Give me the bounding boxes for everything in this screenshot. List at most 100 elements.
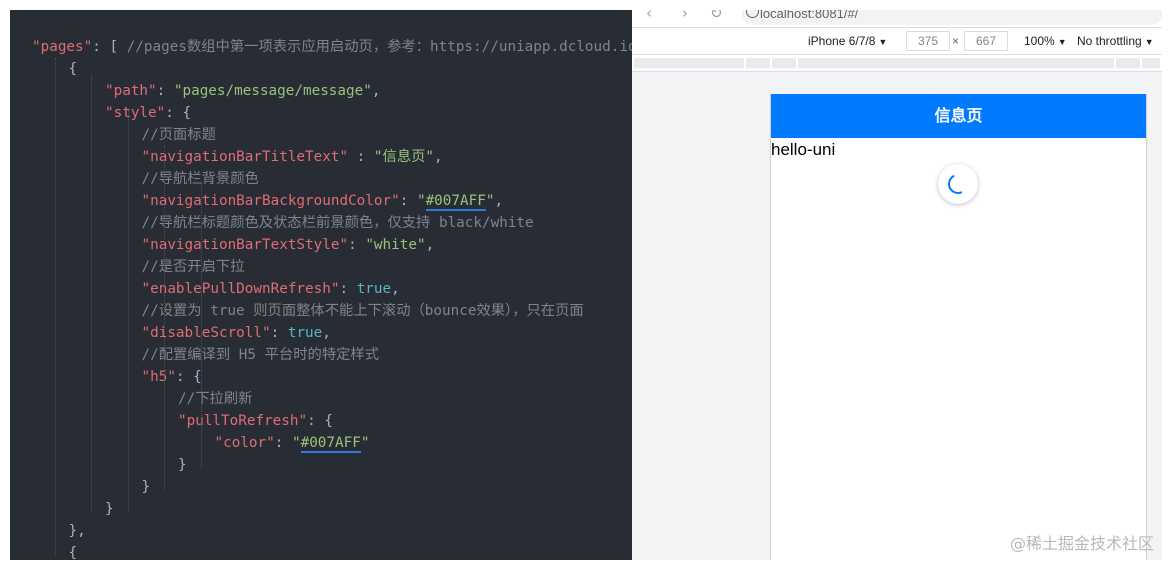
code-token: :: [399, 193, 417, 209]
chevron-down-icon: ▼: [878, 37, 888, 47]
address-bar: ‹ › ↻ localhost:8081/#/: [632, 10, 1162, 28]
code-token: :: [339, 281, 357, 297]
code-token: //配置编译到 H5 平台时的特定样式: [141, 347, 380, 363]
code-token: : {: [165, 105, 192, 121]
code-token: "h5": [141, 369, 176, 385]
code-line: }: [105, 498, 114, 520]
navigation-bar: 信息页: [771, 94, 1146, 138]
code-token: ": [416, 193, 426, 209]
code-token: :: [348, 149, 374, 165]
ruler-segment[interactable]: [1116, 58, 1142, 68]
code-token: "navigationBarTitleText": [141, 149, 349, 165]
code-line: //设置为 true 则页面整体不能上下滚动（bounce效果），只在页面: [142, 300, 584, 322]
code-line: "style": {: [105, 102, 191, 124]
code-token: "path": [105, 83, 157, 99]
page-content-text: hello-uni: [771, 140, 836, 159]
zoom-label: 100%: [1024, 34, 1055, 48]
code-line: "path": "pages/message/message",: [105, 80, 380, 102]
code-token: #007AFF: [425, 193, 486, 211]
reload-icon[interactable]: ↻: [710, 10, 723, 22]
code-line: {: [69, 542, 78, 560]
code-token: //下拉刷新: [178, 391, 253, 407]
indent-guide: [54, 58, 56, 556]
watermark: @稀土掘金技术社区: [1009, 534, 1154, 553]
browser-preview: ‹ › ↻ localhost:8081/#/ iPhone 6/7/8 ▼ 37…: [632, 10, 1162, 560]
code-token: ,: [322, 325, 331, 341]
code-token: {: [68, 61, 78, 77]
code-token: //设置为 true 则页面整体不能上下滚动（bounce效果），只在页面: [141, 303, 584, 319]
dimension-separator: ×: [952, 34, 960, 48]
device-select[interactable]: iPhone 6/7/8 ▼: [808, 34, 887, 48]
indent-guide: [200, 182, 202, 468]
code-token: true: [356, 281, 392, 297]
code-line: "h5": {: [142, 366, 202, 388]
code-token: }: [178, 457, 187, 473]
code-line: //是否开启下拉: [142, 256, 245, 278]
code-token: : {: [307, 413, 333, 429]
chevron-down-icon: ▼: [1144, 37, 1154, 47]
ruler-segment[interactable]: [746, 58, 772, 68]
phone-viewport[interactable]: 信息页 hello-uni: [770, 94, 1147, 560]
indent-guide: [127, 110, 129, 512]
code-line: {: [69, 58, 78, 80]
code-line: }: [178, 454, 187, 476]
code-line: "navigationBarTextStyle": "white",: [142, 234, 435, 256]
code-token: true: [287, 325, 323, 341]
code-token: "white": [365, 237, 426, 253]
screenshot-frame: "pages": [ //pages数组中第一项表示应用启动页，参考：https…: [10, 10, 1162, 560]
width-input[interactable]: 375: [906, 31, 950, 51]
ruler-segment[interactable]: [772, 58, 798, 68]
code-token: "enablePullDownRefresh": [141, 281, 340, 297]
forward-icon[interactable]: ›: [682, 10, 688, 22]
code-token: }: [141, 479, 151, 495]
zoom-select[interactable]: 100% ▼: [1024, 34, 1067, 48]
code-token: "disableScroll": [141, 325, 271, 341]
code-token: "navigationBarTextStyle": [141, 237, 349, 253]
code-token: ,: [391, 281, 400, 297]
code-token: : {: [175, 369, 202, 385]
code-token: ,: [371, 83, 381, 99]
throttle-label: No throttling: [1077, 34, 1142, 48]
throttle-select[interactable]: No throttling ▼: [1077, 34, 1154, 48]
code-token: }: [105, 501, 114, 517]
indent-guide: [91, 76, 92, 512]
ruler-segment[interactable]: [1142, 58, 1162, 68]
code-token: "pages/message/message": [173, 83, 372, 99]
code-line: //配置编译到 H5 平台时的特定样式: [142, 344, 380, 366]
code-token: "信息页": [373, 149, 435, 165]
height-input[interactable]: 667: [964, 31, 1008, 51]
code-token: ,: [425, 237, 435, 253]
device-toolbar: iPhone 6/7/8 ▼ 375 × 667 100% ▼ No throttl…: [632, 28, 1162, 55]
code-token: :: [274, 435, 292, 451]
code-editor[interactable]: "pages": [ //pages数组中第一项表示应用启动页，参考：https…: [10, 10, 632, 560]
code-token: //是否开启下拉: [141, 259, 245, 275]
code-token: #007AFF: [300, 435, 361, 453]
device-label: iPhone 6/7/8: [808, 34, 876, 48]
code-line: "navigationBarBackgroundColor": "#007AFF…: [141, 190, 503, 212]
code-token: :: [156, 83, 174, 99]
code-line: //下拉刷新: [178, 388, 252, 410]
media-query-ruler[interactable]: [632, 55, 1162, 72]
code-line: "color": "#007AFF": [214, 432, 370, 454]
back-icon[interactable]: ‹: [646, 10, 652, 22]
code-line: //页面标题: [142, 124, 216, 146]
code-token: },: [68, 523, 86, 539]
code-token: "navigationBarBackgroundColor": [141, 193, 400, 209]
url-text: localhost:8081/#/: [760, 10, 859, 21]
code-line: "enablePullDownRefresh": true,: [142, 278, 400, 300]
loading-spinner-icon: [945, 171, 971, 197]
code-token: "pullToRefresh": [178, 413, 308, 429]
indent-guide: [164, 146, 165, 490]
code-token: :: [270, 325, 288, 341]
code-line: }: [142, 476, 151, 498]
ruler-segment[interactable]: [798, 58, 1116, 68]
code-token: ,: [434, 149, 443, 165]
code-token: //pages数组中第一项表示应用启动页，参考：https://uniapp.d…: [126, 39, 632, 55]
chevron-down-icon: ▼: [1057, 37, 1067, 47]
code-token: "color": [214, 435, 275, 451]
code-token: ": [360, 435, 370, 451]
pull-to-refresh-indicator: [938, 164, 978, 204]
ruler-segment[interactable]: [634, 58, 746, 68]
code-token: : [: [92, 39, 127, 55]
code-token: {: [68, 545, 78, 560]
